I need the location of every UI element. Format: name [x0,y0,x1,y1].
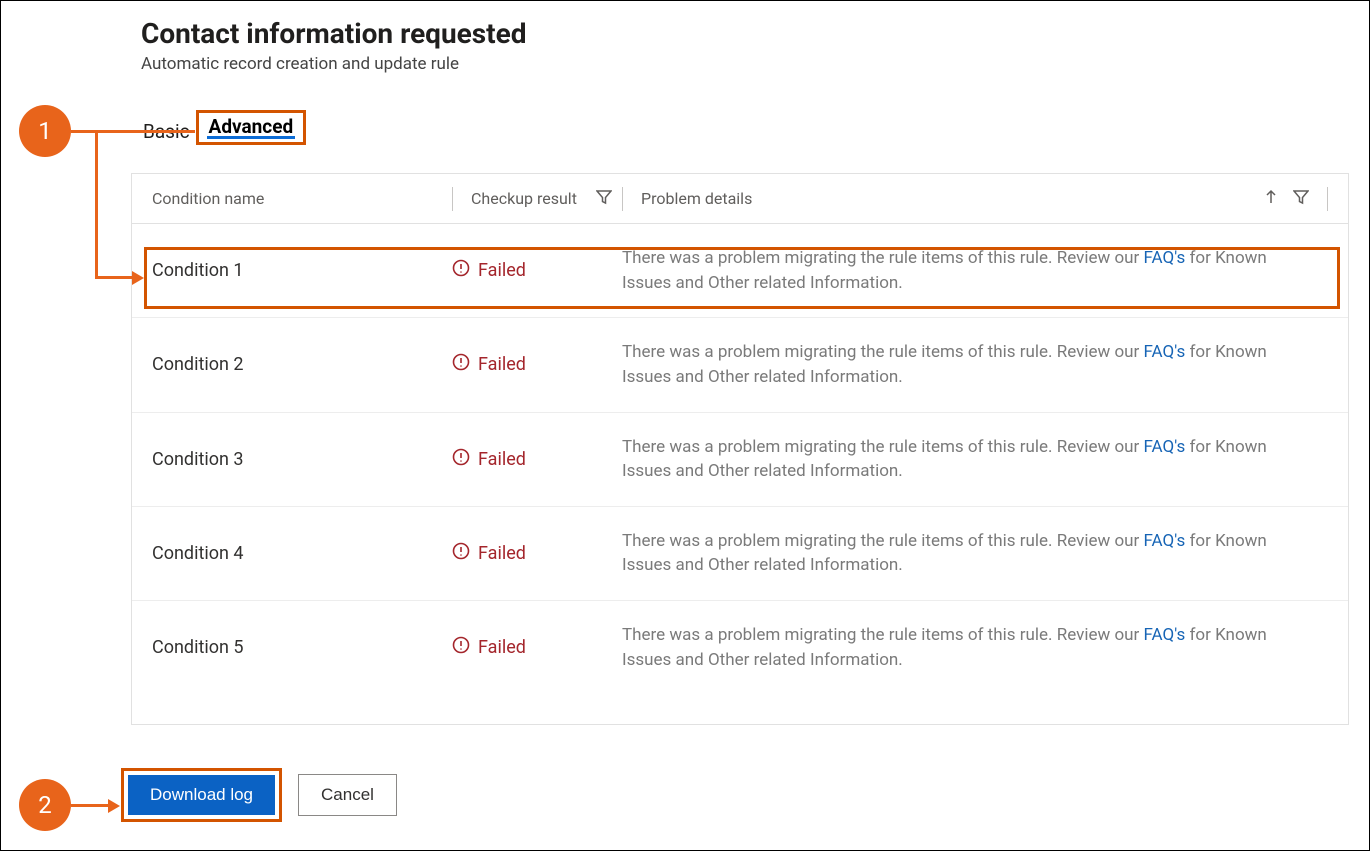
header-condition-name[interactable]: Condition name [152,189,264,208]
condition-name: Condition 1 [152,260,244,281]
problem-details-text: There was a problem migrating the rule i… [622,435,1328,484]
checkup-result: Failed [452,353,526,376]
header-problem-details[interactable]: Problem details [641,189,752,208]
problem-details-text: There was a problem migrating the rule i… [622,623,1328,672]
condition-name: Condition 5 [152,637,244,658]
table-row[interactable]: Condition 2 Failed There was a problem mig… [132,318,1348,412]
header-separator [622,187,623,211]
page-title: Contact information requested [141,17,1369,50]
grid-header: Condition name Checkup result Problem de… [132,174,1348,224]
header-checkup-result[interactable]: Checkup result [471,189,577,208]
table-row[interactable]: Condition 4 Failed There was a problem mig… [132,507,1348,601]
filter-icon[interactable] [1293,189,1309,209]
error-icon [452,636,470,659]
condition-name: Condition 3 [152,449,244,470]
page-subtitle: Automatic record creation and update rul… [141,54,1369,74]
table-row[interactable]: Condition 1 Failed There was a problem mig… [132,224,1348,318]
faq-link[interactable]: FAQ's [1144,342,1186,362]
download-highlight: Download log [121,768,282,822]
arrow-right-icon [108,799,120,813]
faq-link[interactable]: FAQ's [1144,248,1186,268]
error-icon [452,259,470,282]
problem-details-text: There was a problem migrating the rule i… [622,340,1328,389]
callout-badge-1: 1 [19,105,71,157]
problem-details-text: There was a problem migrating the rule i… [622,246,1328,295]
callout-connector [71,804,109,807]
checkup-result: Failed [452,636,526,659]
condition-name: Condition 4 [152,543,244,564]
failed-label: Failed [478,449,526,470]
problem-details-text: There was a problem migrating the rule i… [622,529,1328,578]
footer-buttons: Download log Cancel [121,768,397,822]
table-row[interactable]: Condition 3 Failed There was a problem mig… [132,413,1348,507]
tab-bar: Basic Advanced [1,110,1369,145]
faq-link[interactable]: FAQ's [1144,437,1186,457]
condition-name: Condition 2 [152,354,244,375]
cancel-button[interactable]: Cancel [298,774,397,816]
arrow-right-icon [132,271,144,285]
conditions-grid: Condition name Checkup result Problem de… [131,173,1349,725]
error-icon [452,448,470,471]
faq-link[interactable]: FAQ's [1144,625,1186,645]
sort-icon[interactable] [1263,189,1279,209]
tab-advanced[interactable]: Advanced [196,110,307,145]
header-separator [1327,187,1328,211]
checkup-result: Failed [452,448,526,471]
download-log-button[interactable]: Download log [128,775,275,815]
checkup-result: Failed [452,259,526,282]
checkup-result: Failed [452,542,526,565]
error-icon [452,542,470,565]
failed-label: Failed [478,637,526,658]
callout-connector [95,130,98,278]
faq-link[interactable]: FAQ's [1144,531,1186,551]
failed-label: Failed [478,354,526,375]
failed-label: Failed [478,543,526,564]
callout-connector [71,130,195,133]
callout-badge-2: 2 [19,779,71,831]
callout-connector [95,276,133,279]
filter-icon[interactable] [596,189,612,209]
table-row[interactable]: Condition 5 Failed There was a problem mig… [132,601,1348,694]
header-separator [452,187,453,211]
error-icon [452,353,470,376]
failed-label: Failed [478,260,526,281]
